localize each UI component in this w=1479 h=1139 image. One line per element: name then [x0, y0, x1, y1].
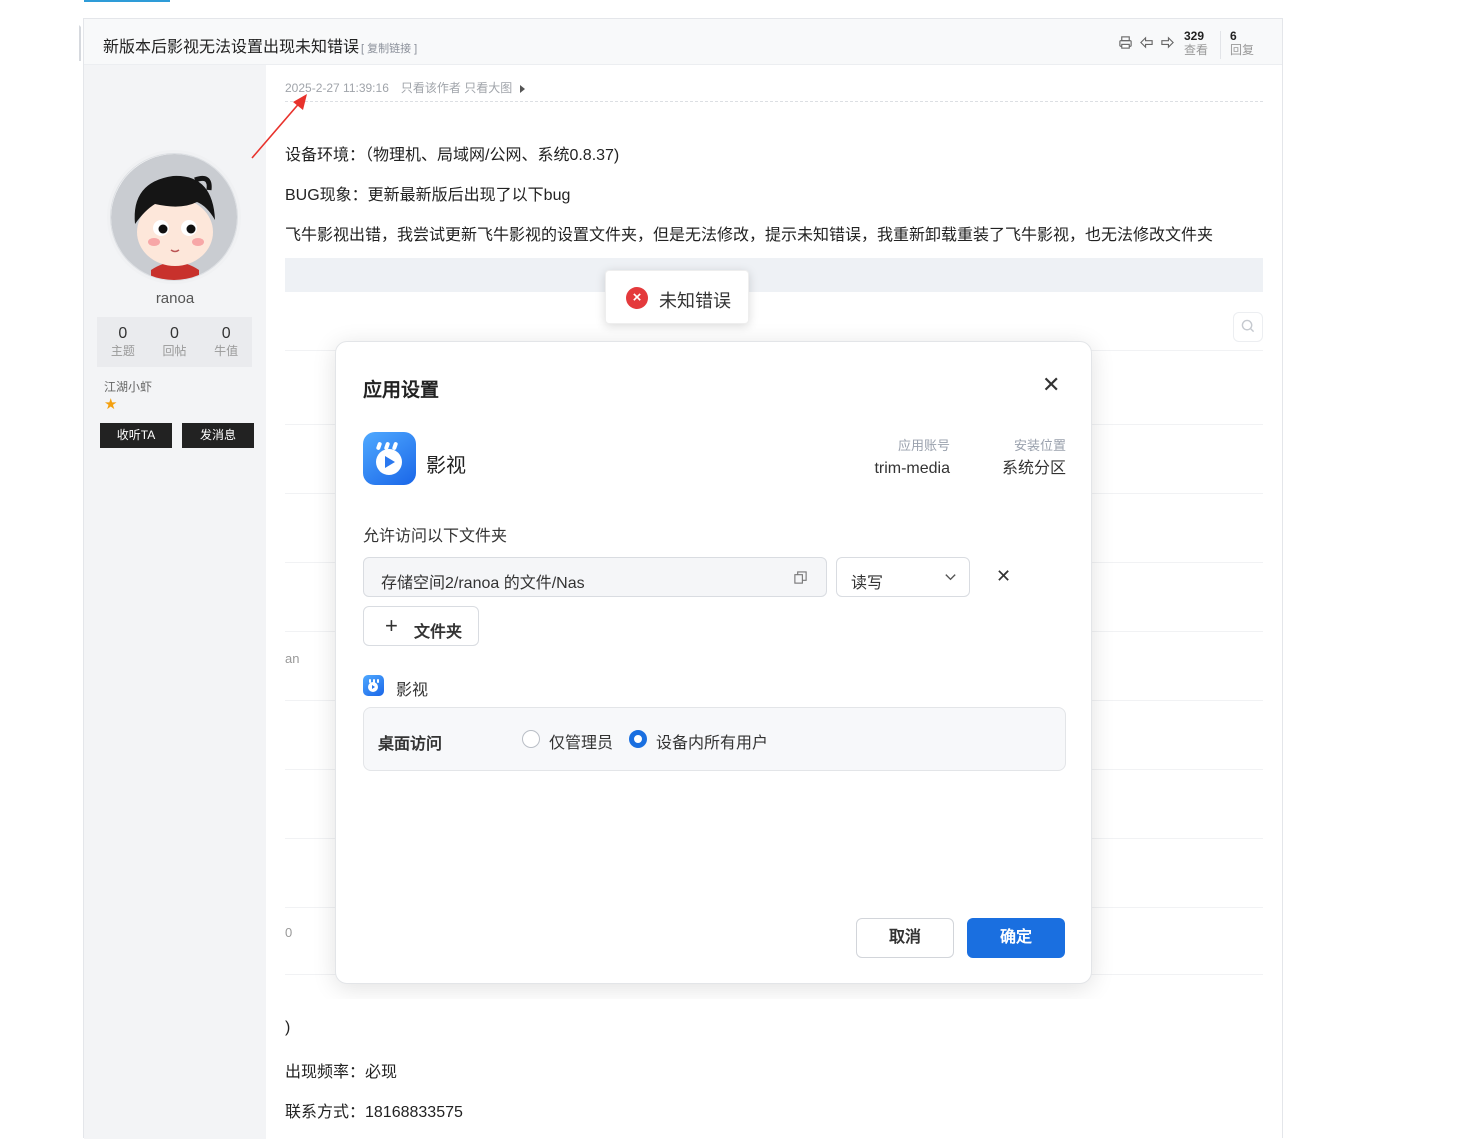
media-app-icon: [363, 432, 416, 485]
stat-label: 主题: [110, 344, 135, 358]
permission-value: 读写: [851, 575, 884, 592]
user-stat-replies[interactable]: 0 回帖: [149, 317, 201, 367]
folder-path: 存储空间2/ranoa 的文件/Nas: [381, 575, 585, 592]
user-stat-points[interactable]: 0 牛值: [200, 317, 252, 367]
app-account-info: 应用账号 trim-media: [856, 438, 950, 484]
replies-count: 6: [1230, 29, 1237, 43]
add-folder-button[interactable]: + 文件夹: [363, 606, 479, 646]
user-rank[interactable]: 江湖小虾: [104, 378, 152, 395]
print-icon[interactable]: [1118, 35, 1133, 55]
post-line-bug: BUG现象：更新最新版后出现了以下bug: [285, 187, 571, 204]
embedded-screenshot[interactable]: an 0 应用设置 ✕ 影视 应用账号 trim-media 安装位置 系统分区…: [285, 258, 1263, 999]
desktop-access-label: 桌面访问: [378, 736, 443, 753]
error-toast: × 未知错误: [605, 270, 749, 324]
stat-value: 0: [118, 325, 128, 342]
user-stats: 0 主题 0 回帖 0 牛值: [97, 317, 252, 367]
header-bracket: [79, 25, 87, 61]
stat-divider: [1220, 31, 1221, 59]
replies-label: 回复: [1230, 43, 1255, 57]
app-name: 影视: [426, 455, 466, 477]
post-line-close: ): [285, 1019, 291, 1036]
message-button[interactable]: 发消息: [182, 423, 254, 448]
only-images-link[interactable]: 只看大图: [464, 81, 512, 95]
only-author-link[interactable]: 只看该作者: [401, 81, 461, 95]
post-line-frequency: 出现频率：必现: [285, 1064, 398, 1081]
avatar-illustration: [111, 154, 237, 280]
radio-admin-only[interactable]: [522, 730, 540, 748]
post-line-environment: 设备环境：（物理机、局域网/公网、系统0.8.37): [285, 147, 620, 164]
views-count: 329: [1184, 29, 1205, 43]
play-icon[interactable]: [520, 84, 526, 93]
location-label: 安装位置: [1013, 438, 1066, 453]
chevron-down-icon: [943, 569, 958, 584]
active-tab-indicator: [84, 0, 170, 2]
error-message: 未知错误: [659, 291, 731, 311]
app-section-label: 影视: [396, 682, 429, 699]
plus-icon: +: [385, 613, 398, 638]
radio-all-users-label[interactable]: 设备内所有用户: [656, 729, 768, 753]
media-app-small-icon: [363, 675, 384, 696]
permission-select[interactable]: 读写: [836, 557, 970, 597]
dialog-title: 应用设置: [363, 380, 440, 401]
close-icon[interactable]: ✕: [1042, 374, 1060, 396]
annotation-arrow-icon: [251, 94, 307, 159]
views-stat: 329 查看: [1184, 30, 1208, 58]
radio-all-users[interactable]: [629, 730, 647, 748]
post-title-text: 新版本后影视无法设置出现未知错误: [103, 39, 360, 56]
cancel-button[interactable]: 取消: [856, 918, 954, 958]
previous-icon[interactable]: [1139, 35, 1154, 55]
account-label: 应用账号: [897, 438, 950, 453]
views-label: 查看: [1184, 43, 1209, 57]
radio-admin-only-label[interactable]: 仅管理员: [549, 729, 613, 753]
copy-icon[interactable]: [793, 570, 808, 585]
search-icon: [1233, 312, 1263, 342]
post-meta: 2025-2-27 11:39:16 只看该作者 只看大图: [285, 79, 526, 96]
folder-path-field[interactable]: 存储空间2/ranoa 的文件/Nas: [363, 557, 827, 597]
follow-button[interactable]: 收听TA: [100, 423, 172, 448]
username[interactable]: ranoa: [84, 290, 266, 307]
next-icon[interactable]: [1160, 35, 1175, 55]
post-line-description: 飞牛影视出错，我尝试更新飞牛影视的设置文件夹，但是无法修改，提示未知错误，我重新…: [285, 227, 1214, 244]
replies-stat: 6 回复: [1230, 30, 1254, 58]
account-value: trim-media: [874, 460, 950, 477]
app-settings-dialog: 应用设置 ✕ 影视 应用账号 trim-media 安装位置 系统分区 允许访问…: [335, 341, 1092, 984]
background-fragment: an: [285, 651, 300, 666]
post-title: 新版本后影视无法设置出现未知错误[ 复制链接 ]: [103, 33, 417, 57]
stat-value: 0: [170, 325, 179, 342]
error-icon: ×: [626, 287, 648, 309]
forum-post: 新版本后影视无法设置出现未知错误[ 复制链接 ] 329 查看 6 回复 ran…: [79, 18, 1283, 1139]
folders-section-label: 允许访问以下文件夹: [363, 528, 508, 545]
desktop-access-box: 桌面访问 仅管理员 设备内所有用户: [363, 707, 1066, 771]
confirm-button[interactable]: 确定: [967, 918, 1065, 958]
post-line-contact: 联系方式：18168833575: [285, 1104, 463, 1121]
avatar[interactable]: [110, 153, 238, 281]
user-stat-topics[interactable]: 0 主题: [97, 317, 149, 367]
screenshot-top-band: [285, 258, 1263, 292]
remove-folder-icon[interactable]: ✕: [996, 566, 1011, 586]
background-fragment: 0: [285, 925, 293, 940]
author-sidebar: ranoa 0 主题 0 回帖 0 牛值 江湖小虾 ★ 收听TA 发消息: [84, 65, 266, 1139]
add-folder-label: 文件夹: [414, 624, 463, 641]
location-value: 系统分区: [1001, 460, 1066, 477]
stat-label: 牛值: [214, 344, 239, 358]
install-location-info: 安装位置 系统分区: [976, 438, 1066, 484]
post-header: 新版本后影视无法设置出现未知错误[ 复制链接 ] 329 查看 6 回复: [79, 19, 1282, 65]
stat-value: 0: [221, 325, 231, 342]
stat-label: 回帖: [162, 344, 187, 358]
meta-separator: [285, 101, 1263, 102]
header-actions: [1118, 35, 1175, 55]
copy-link[interactable]: [ 复制链接 ]: [361, 43, 417, 55]
star-icon: ★: [104, 396, 118, 413]
